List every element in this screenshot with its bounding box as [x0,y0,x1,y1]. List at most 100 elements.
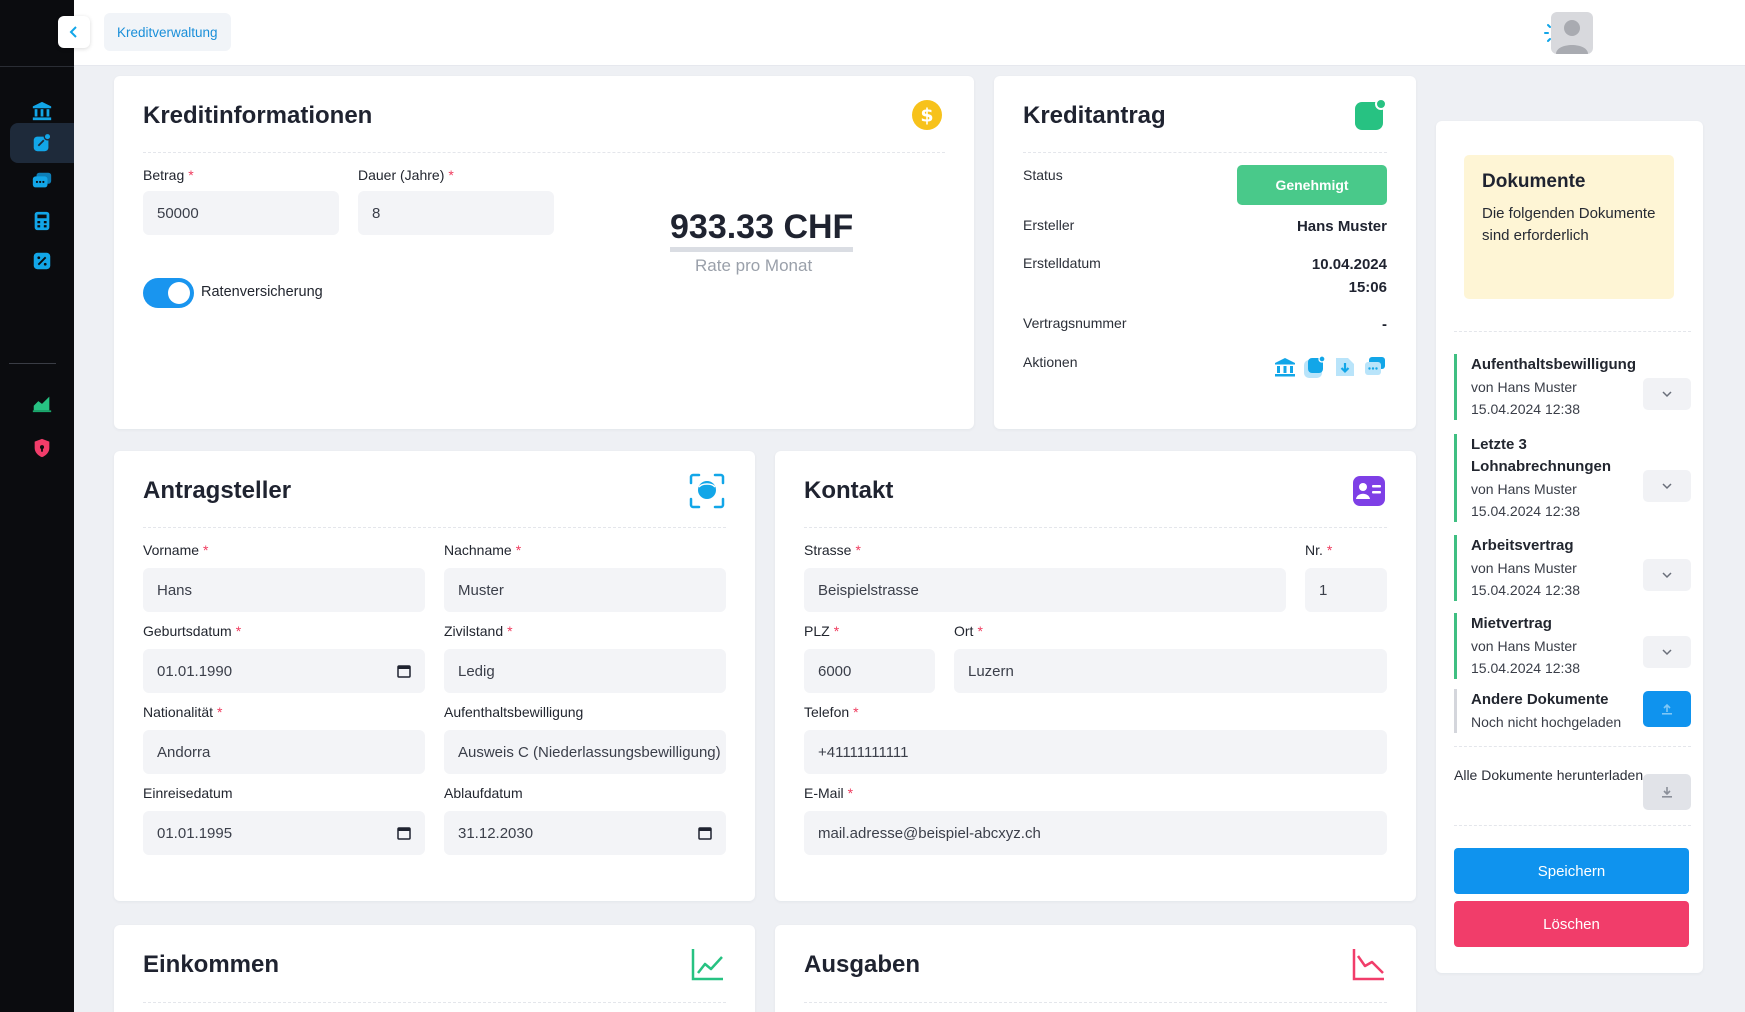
percent-icon [33,252,51,270]
nationalitaet-select[interactable]: Andorra [143,730,425,774]
chevron-down-icon [1662,391,1672,398]
card-title: Kontakt [804,477,894,504]
download-all-button[interactable] [1643,774,1691,810]
contact-card-icon [1353,476,1385,506]
divider [804,1002,1387,1003]
collapse-sidebar-button[interactable] [58,16,90,48]
zivilstand-label: Zivilstand * [444,623,513,639]
credit-tag-icon [1355,98,1387,130]
nachname-input[interactable]: Muster [444,568,726,612]
vorname-input[interactable]: Hans [143,568,425,612]
chat-icon [32,172,52,188]
calculator-icon [34,211,50,231]
erstelldatum-value: 10.04.2024 15:06 [1312,253,1387,299]
ersteller-value: Hans Muster [1296,218,1387,235]
aufenthaltsbewilligung-select[interactable]: Ausweis C (Niederlassungsbewilligung) [444,730,726,774]
save-button[interactable]: Speichern [1454,848,1689,894]
divider [804,527,1387,528]
erstelldatum-date: 10.04.2024 [1311,256,1387,273]
credit-action-button[interactable] [1303,355,1327,379]
sidebar-item-percent[interactable] [10,241,74,281]
divider [1023,152,1387,153]
document-expand-button[interactable] [1643,636,1691,668]
line-chart-down-icon [1352,949,1384,981]
ort-input[interactable]: Luzern [954,649,1387,693]
divider [1454,331,1691,332]
sidebar [0,0,74,1012]
document-expand-button[interactable] [1643,378,1691,410]
divider [143,527,726,528]
telefon-input[interactable]: +41111111111 [804,730,1387,774]
sidebar-item-credit[interactable] [10,123,74,163]
user-placeholder-icon [1556,20,1588,54]
plz-input[interactable]: 6000 [804,649,935,693]
document-name: Aufenthaltsbewilligung [1471,356,1636,373]
nachname-label: Nachname * [444,542,522,558]
erstelldatum-time: 15:06 [1348,279,1387,296]
credit-application-card: Kreditantrag Status Genehmigt Ersteller … [994,76,1416,429]
card-title: Ausgaben [804,951,921,978]
sidebar-item-messages[interactable] [10,161,74,201]
vorname-label: Vorname * [143,542,209,558]
file-download-icon [1336,358,1354,376]
delete-button[interactable]: Löschen [1454,901,1689,947]
income-card: Einkommen [114,925,755,1012]
einreisedatum-label: Einreisedatum [143,785,233,801]
betrag-input[interactable]: 50000 [143,191,339,235]
applicant-card: Antragsteller Vorname * Hans Nachname * Mu… [114,451,755,901]
sidebar-item-calculator[interactable] [10,201,74,241]
ratenversicherung-toggle[interactable] [143,278,194,308]
line-chart-up-icon [691,949,723,981]
calendar-icon[interactable] [397,826,411,840]
topbar: Kreditverwaltung [58,0,1745,66]
einreisedatum-input[interactable]: 01.01.1995 [143,811,425,855]
ablaufdatum-label: Ablaufdatum [444,785,523,801]
upload-button[interactable] [1643,691,1691,727]
document-expand-button[interactable] [1643,470,1691,502]
ort-label: Ort * [954,623,983,639]
email-label: E-Mail * [804,785,854,801]
chevron-down-icon [1662,649,1672,656]
breadcrumb[interactable]: Kreditverwaltung [104,13,231,51]
credit-info-card: Kreditinformationen $ Betrag * 50000 Daue… [114,76,974,429]
area-chart-icon [32,396,52,413]
card-title: Kreditinformationen [143,102,373,129]
divider [143,1002,726,1003]
strasse-input[interactable]: Beispielstrasse [804,568,1286,612]
chat-action-button[interactable] [1363,355,1387,379]
nr-input[interactable]: 1 [1305,568,1387,612]
chevron-down-icon [1662,483,1672,490]
document-expand-button[interactable] [1643,559,1691,591]
ablaufdatum-value: 31.12.2030 [458,824,534,842]
shield-lock-icon [34,438,50,458]
calendar-icon[interactable] [397,664,411,678]
geburtsdatum-label: Geburtsdatum * [143,623,242,639]
sidebar-item-statistics[interactable] [10,383,74,423]
einreisedatum-value: 01.01.1995 [157,824,233,842]
contact-card: Kontakt Strasse * Beispielstrasse Nr. * 1 … [775,451,1416,901]
nr-label: Nr. * [1305,542,1333,558]
monthly-rate-label: Rate pro Monat [695,256,813,275]
vertragsnummer-value: - [1382,316,1387,333]
geburtsdatum-input[interactable]: 01.01.1990 [143,649,425,693]
credit-tag-icon [1304,355,1326,378]
telefon-label: Telefon * [804,704,859,720]
vertragsnummer-label: Vertragsnummer [1023,315,1127,331]
email-input[interactable]: mail.adresse@beispiel-abcxyz.ch [804,811,1387,855]
chevron-down-icon [1662,572,1672,579]
bank-icon [32,101,52,121]
sidebar-item-security[interactable] [10,428,74,468]
dauer-input[interactable]: 8 [358,191,554,235]
calendar-icon[interactable] [698,826,712,840]
ablaufdatum-input[interactable]: 31.12.2030 [444,811,726,855]
documents-note: Dokumente Die folgenden Dokumente sind e… [1464,155,1674,299]
erstelldatum-label: Erstelldatum [1023,255,1101,271]
expenses-card: Ausgaben [775,925,1416,1012]
svg-text:$: $ [920,105,933,127]
user-avatar[interactable] [1551,12,1593,54]
document-name: Arbeitsvertrag [1471,537,1574,554]
bank-action-button[interactable] [1273,355,1297,379]
zivilstand-select[interactable]: Ledig [444,649,726,693]
download-action-button[interactable] [1333,355,1357,379]
bank-icon [1275,358,1295,377]
